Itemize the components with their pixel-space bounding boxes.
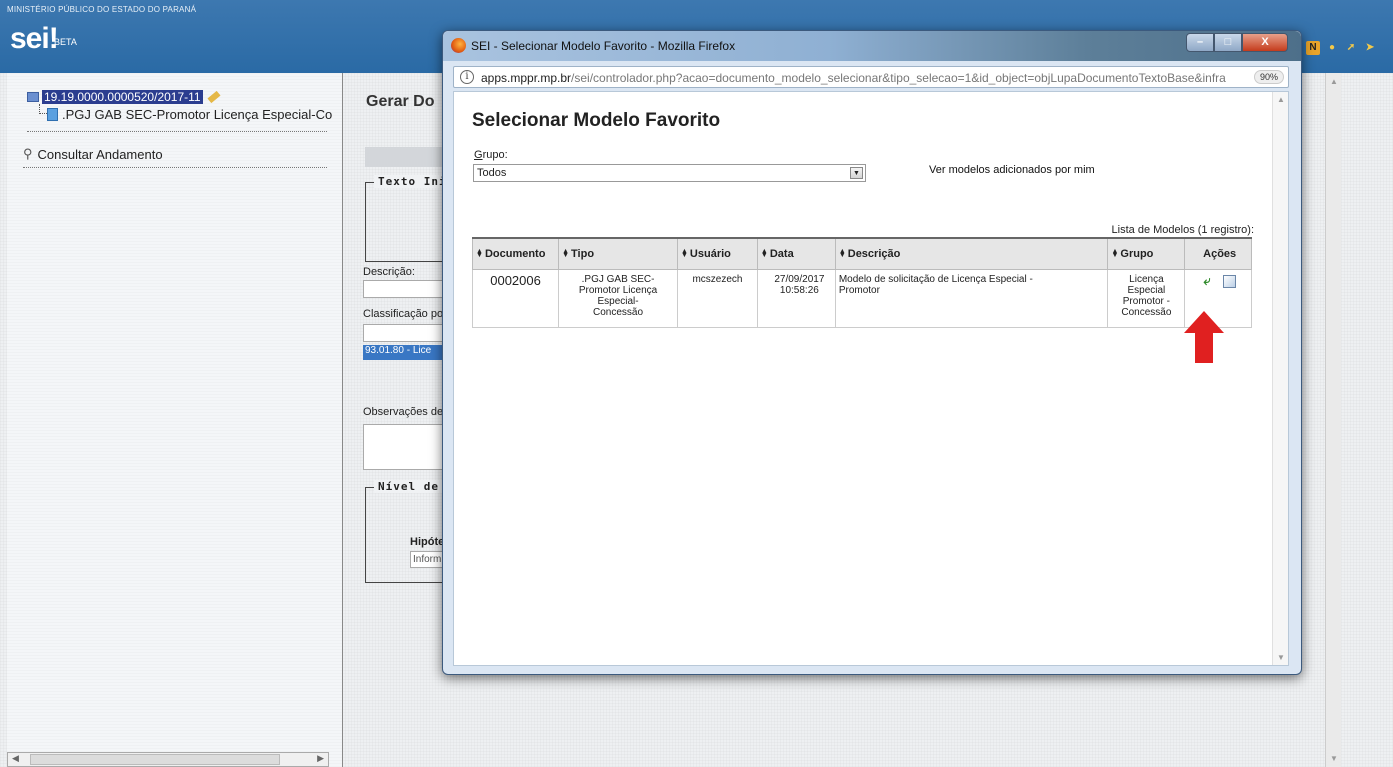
hipotese-label: Hipóte — [410, 536, 445, 548]
tree-process-node[interactable]: 19.19.0000.0000520/2017-11 — [27, 90, 221, 104]
url-text[interactable]: apps.mppr.mp.br/sei/controlador.php?acao… — [481, 71, 1241, 85]
col-usuario[interactable]: ▲ ▼ Usuário — [676, 237, 758, 270]
close-button[interactable]: X — [1242, 33, 1288, 52]
sort-icon[interactable]: ▲ ▼ — [761, 248, 768, 259]
sei-logo[interactable]: sei! — [10, 22, 59, 56]
tree-document-node[interactable]: .PGJ GAB SEC-Promotor Licença Especial-C… — [47, 107, 332, 122]
firefox-icon — [451, 38, 466, 53]
maximize-button[interactable]: □ — [1214, 33, 1242, 52]
observacoes-textarea[interactable] — [363, 424, 453, 470]
org-name: MINISTÉRIO PÚBLICO DO ESTADO DO PARANÁ — [7, 5, 197, 14]
folder-icon — [27, 92, 39, 102]
classificacao-label: Classificação po — [363, 308, 444, 320]
cell-usuario: mcszezech — [676, 268, 758, 328]
page-scrollbar[interactable]: ▲ ▼ — [1325, 73, 1341, 767]
sort-icon[interactable]: ▲ ▼ — [839, 248, 846, 259]
info-icon[interactable]: i — [460, 70, 474, 84]
grupo-select[interactable]: Todos ▼ — [473, 164, 866, 182]
popup-titlebar[interactable]: SEI - Selecionar Modelo Favorito - Mozil… — [443, 31, 1301, 61]
cell-tipo: .PGJ GAB SEC-Promotor Licença Especial- … — [558, 268, 678, 328]
pencil-icon — [207, 90, 221, 104]
col-grupo[interactable]: ▲ ▼ Grupo — [1107, 237, 1186, 270]
cell-descricao: Modelo de solicitação de Licença Especia… — [834, 268, 1109, 328]
chevron-down-icon[interactable]: ▼ — [850, 167, 863, 179]
classificacao-input[interactable] — [363, 324, 453, 342]
popup-scrollbar[interactable]: ▲ ▼ — [1272, 92, 1288, 665]
process-tree-panel: 19.19.0000.0000520/2017-11 .PGJ GAB SEC-… — [7, 73, 343, 767]
cell-data: 27/09/2017 10:58:26 — [756, 268, 836, 328]
sort-icon[interactable]: ▲ ▼ — [1111, 248, 1118, 259]
nivel-acesso-legend: Nível de — [374, 480, 443, 493]
preview-icon[interactable] — [1223, 274, 1237, 288]
firefox-popup-window: SEI - Selecionar Modelo Favorito - Mozil… — [442, 30, 1302, 675]
grupo-value: Todos — [477, 167, 507, 179]
red-arrow-annotation — [1184, 311, 1224, 363]
notification-icon[interactable]: N — [1306, 41, 1320, 55]
col-documento[interactable]: ▲ ▼ Documento — [471, 237, 560, 270]
url-bar[interactable]: i apps.mppr.mp.br/sei/controlador.php?ac… — [453, 66, 1289, 88]
page-title: Gerar Do — [366, 93, 435, 110]
url-host: apps.mppr.mp.br — [481, 71, 572, 85]
modelos-table: ▲ ▼ Documento ▲ ▼ Tipo ▲ ▼ Usuário ▲ ▼ Data ▲ ▼ De… — [471, 237, 1252, 328]
observacoes-label: Observações de — [363, 406, 444, 418]
col-data[interactable]: ▲ ▼ Data — [756, 237, 836, 270]
zoom-indicator[interactable]: 90% — [1253, 70, 1284, 84]
beta-label: BETA — [54, 37, 77, 47]
select-model-icon[interactable]: ⤶ — [1203, 274, 1210, 287]
table-header-row: ▲ ▼ Documento ▲ ▼ Tipo ▲ ▼ Usuário ▲ ▼ Data ▲ ▼ De… — [471, 237, 1252, 270]
wrench-icon[interactable]: ➚ — [1344, 41, 1358, 55]
col-acoes: Ações — [1184, 237, 1252, 270]
document-label[interactable]: .PGJ GAB SEC-Promotor Licença Especial-C… — [62, 107, 332, 122]
col-tipo[interactable]: ▲ ▼ Tipo — [558, 237, 678, 270]
cell-documento: 0002006 — [471, 268, 560, 328]
exit-icon[interactable]: ➤ — [1363, 41, 1377, 55]
url-path: /sei/controlador.php?acao=documento_mode… — [571, 71, 1226, 85]
table-caption: Lista de Modelos (1 registro): — [1111, 224, 1254, 236]
popup-window-title: SEI - Selecionar Modelo Favorito - Mozil… — [471, 39, 736, 53]
popup-content: ▲ ▼ Selecionar Modelo Favorito Grupo: To… — [453, 91, 1289, 666]
consultar-andamento-link[interactable]: ⚲ Consultar Andamento — [23, 146, 163, 162]
table-row[interactable]: 0002006 .PGJ GAB SEC-Promotor Licença Es… — [471, 268, 1252, 328]
process-number[interactable]: 19.19.0000.0000520/2017-11 — [42, 90, 203, 104]
minimize-button[interactable]: – — [1186, 33, 1214, 52]
cell-grupo: Licença Especial Promotor - Concessão — [1107, 268, 1186, 328]
consultar-label[interactable]: Consultar Andamento — [38, 147, 163, 162]
divider — [27, 131, 327, 132]
sort-icon[interactable]: ▲ ▼ — [476, 248, 483, 259]
classificacao-selected[interactable]: 93.01.80 - Lice — [363, 345, 453, 360]
descricao-input[interactable] — [363, 280, 453, 298]
document-icon — [47, 108, 58, 121]
divider — [23, 167, 327, 168]
horizontal-scrollbar[interactable]: ◀ ▶ — [7, 752, 329, 767]
grupo-label: Grupo: — [474, 149, 508, 161]
ver-modelos-link[interactable]: Ver modelos adicionados por mim — [929, 164, 1095, 176]
descricao-label: Descrição: — [363, 266, 415, 278]
sort-icon[interactable]: ▲ ▼ — [562, 248, 569, 259]
popup-heading: Selecionar Modelo Favorito — [472, 110, 721, 131]
key-icon: ⚲ — [23, 146, 33, 161]
tree-connector — [39, 104, 47, 114]
user-icon[interactable]: ● — [1325, 41, 1339, 55]
col-descricao[interactable]: ▲ ▼ Descrição — [834, 237, 1109, 270]
texto-inicial-legend: Texto Ini — [374, 175, 451, 188]
sort-icon[interactable]: ▲ ▼ — [681, 248, 688, 259]
